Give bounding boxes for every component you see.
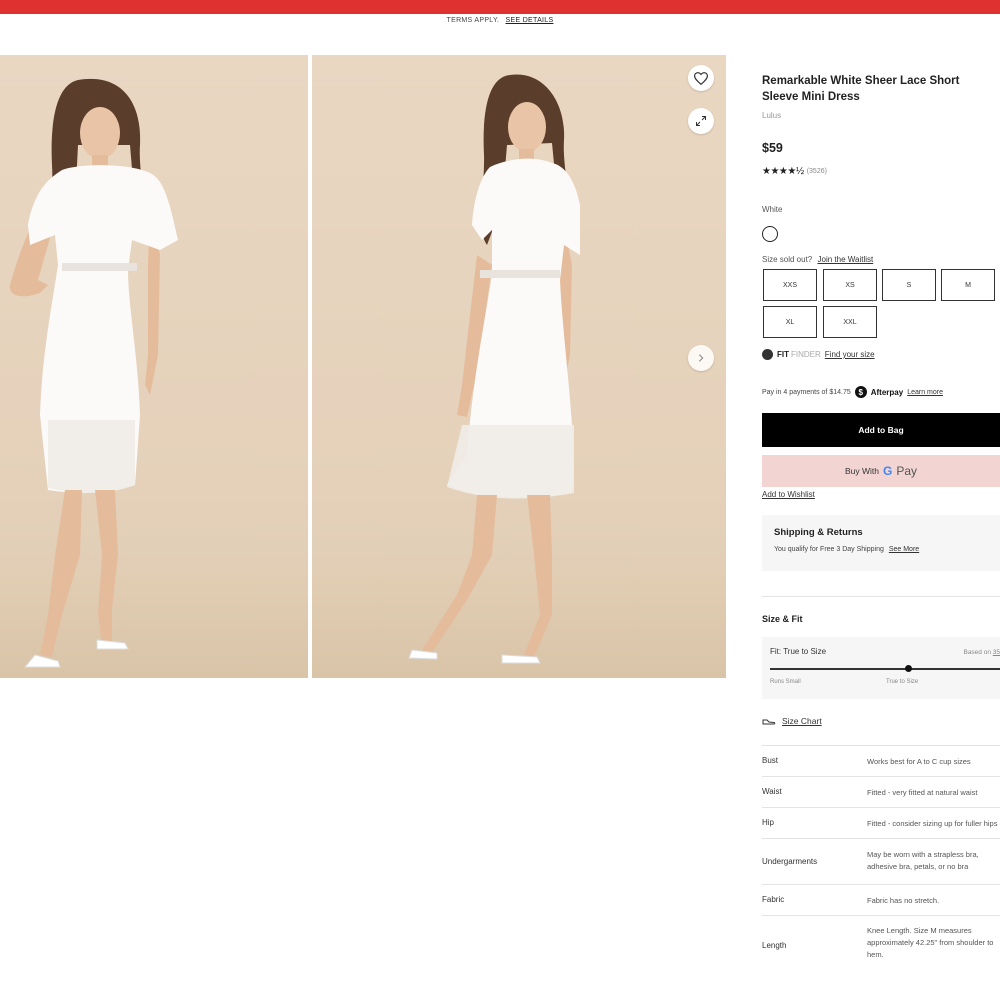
promo-bar [0, 0, 1000, 14]
promo-terms: TERMS APPLY. SEE DETAILS [0, 17, 1000, 24]
section-divider [762, 596, 1000, 597]
size-option-xl[interactable]: XL [763, 306, 817, 338]
spec-row-undergarments: Undergarments May be worn with a straple… [762, 838, 1000, 884]
star-rating-icon: ★★★★½ [762, 166, 804, 177]
fit-finder: FIT FINDER Find your size [762, 349, 875, 360]
size-option-xs[interactable]: XS [823, 269, 877, 301]
size-chart-link[interactable]: Size Chart [762, 716, 822, 726]
based-on-text: Based on [963, 649, 991, 656]
fit-label: Fit: True to Size [770, 647, 827, 656]
shipping-text: You qualify for Free 3 Day Shipping [774, 546, 884, 553]
afterpay-info: Pay in 4 payments of $14.75 $ Afterpay L… [762, 386, 943, 398]
product-title: Remarkable White Sheer Lace Short Sleeve… [762, 75, 960, 103]
fit-finder-icon [762, 349, 773, 360]
product-photo-angle[interactable] [312, 55, 726, 678]
fit-runs-small: Runs Small [770, 679, 801, 685]
size-option-s[interactable]: S [882, 269, 936, 301]
expand-image-button[interactable] [688, 108, 714, 134]
wishlist-heart-button[interactable] [688, 65, 714, 91]
product-rating[interactable]: ★★★★½ (3526) [762, 166, 827, 177]
add-to-bag-button[interactable]: Add to Bag [762, 413, 1000, 447]
spec-row-bust: Bust Works best for A to C cup sizes [762, 745, 1000, 776]
fit-finder-fit: FIT [777, 350, 789, 359]
spec-value: Fitted - consider sizing up for fuller h… [867, 819, 998, 828]
size-option-xxs[interactable]: XXS [763, 269, 817, 301]
terms-text: TERMS APPLY. [446, 17, 500, 24]
spec-value: May be worn with a strapless bra, adhesi… [867, 850, 979, 871]
size-sold-out: Size sold out? Join the Waitlist [762, 255, 873, 264]
shipping-returns-box[interactable]: Shipping & Returns You qualify for Free … [762, 515, 1000, 571]
spec-value: Fitted - very fitted at natural waist [867, 788, 978, 797]
model-figure-front [9, 78, 178, 668]
join-waitlist-link[interactable]: Join the Waitlist [818, 255, 874, 264]
spec-row-hip: Hip Fitted - consider sizing up for full… [762, 807, 1000, 838]
afterpay-brand: Afterpay [870, 387, 904, 397]
product-brand[interactable]: Lulus [762, 111, 781, 120]
afterpay-logo-icon: $ [854, 386, 867, 398]
expand-icon [696, 116, 706, 126]
spec-key: Undergarments [762, 857, 818, 866]
heart-icon [694, 71, 708, 85]
spec-key: Waist [762, 787, 782, 796]
next-image-button[interactable] [688, 345, 714, 371]
google-pay-button[interactable]: Buy With G Pay [762, 455, 1000, 487]
fit-based-on: Based on 35 [963, 649, 1000, 656]
fit-scale-track [770, 668, 1000, 670]
size-option-xxl[interactable]: XXL [823, 306, 877, 338]
spec-key: Hip [762, 818, 775, 827]
find-your-size-link[interactable]: Find your size [825, 350, 875, 359]
fit-scale-box: Fit: True to Size Based on 35 Runs Small… [762, 637, 1000, 699]
product-photo-front[interactable] [0, 55, 308, 678]
review-count: (3526) [806, 168, 827, 175]
fit-finder-finder: FINDER [791, 350, 821, 359]
spec-row-waist: Waist Fitted - very fitted at natural wa… [762, 776, 1000, 807]
product-price: $59 [762, 141, 783, 155]
color-swatch-white[interactable] [762, 226, 778, 242]
spec-value: Works best for A to C cup sizes [867, 757, 971, 766]
pay-label: Pay [896, 464, 918, 478]
size-option-m[interactable]: M [941, 269, 995, 301]
afterpay-learn-more-link[interactable]: Learn more [907, 389, 943, 396]
spec-value: Fabric has no stretch. [867, 896, 940, 905]
spec-row-length: Length Knee Length. Size M measures appr… [762, 915, 1000, 995]
spec-key: Fabric [762, 895, 785, 904]
chevron-right-icon [698, 354, 704, 362]
shoe-icon [762, 719, 776, 724]
shipping-title: Shipping & Returns [774, 527, 863, 538]
based-on-count[interactable]: 35 [993, 649, 1000, 656]
buy-with-label: Buy With [844, 466, 879, 476]
fit-true-to-size: True to Size [886, 679, 919, 685]
size-chart-label: Size Chart [782, 716, 822, 726]
spec-row-fabric: Fabric Fabric has no stretch. [762, 884, 1000, 915]
see-more-link[interactable]: See More [889, 546, 919, 553]
fit-scale-marker [904, 665, 912, 672]
add-to-wishlist-link[interactable]: Add to Wishlist [762, 490, 815, 499]
spec-key: Length [762, 941, 787, 950]
see-details-link[interactable]: SEE DETAILS [506, 17, 554, 24]
sold-out-text: Size sold out? [762, 255, 813, 264]
color-label: White [762, 205, 783, 214]
shipping-text-line: You qualify for Free 3 Day Shipping See … [774, 546, 988, 553]
size-fit-title: Size & Fit [762, 614, 803, 624]
google-g-icon: G [882, 464, 893, 478]
spec-value: Knee Length. Size M measures approximate… [867, 926, 994, 959]
model-figure-angle [408, 74, 580, 664]
afterpay-text: Pay in 4 payments of $14.75 [762, 388, 851, 396]
spec-key: Bust [762, 756, 779, 765]
